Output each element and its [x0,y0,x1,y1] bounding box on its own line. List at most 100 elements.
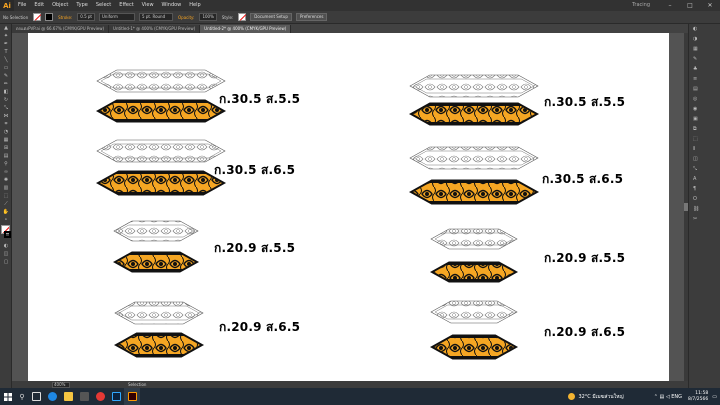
appearance-panel-icon[interactable]: ◉ [689,104,720,114]
ornament-outline-2[interactable] [96,139,226,163]
task-view-icon[interactable] [28,388,44,405]
clock[interactable]: 11:58 8/7/2566 [688,391,708,403]
weather-widget[interactable]: 32°C มีเมฆส่วนใหญ่ [568,393,624,401]
menu-type[interactable]: Type [72,0,91,11]
edge-browser-icon[interactable] [44,388,60,405]
character-panel-icon[interactable]: A [689,174,720,184]
image-trace-panel-icon[interactable]: ✂ [689,214,720,224]
ornament-filled-pattern-6[interactable] [413,183,535,201]
ornament-outline-1[interactable] [96,69,226,93]
selection-tool-icon[interactable]: ▲ [0,24,12,32]
line-tool-icon[interactable]: ╲ [0,56,12,64]
chrome-icon[interactable] [92,388,108,405]
opacity-field[interactable]: 100% [199,13,217,21]
rectangle-tool-icon[interactable]: ▭ [0,64,12,72]
menu-object[interactable]: Object [48,0,72,11]
ornament-outline-8[interactable] [430,300,518,324]
stroke-panel-icon[interactable]: ≡ [689,74,720,84]
width-tool-icon[interactable]: ⋈ [0,112,12,120]
stroke-swatch[interactable] [45,13,54,21]
fill-swatch[interactable] [33,13,42,21]
preferences-button[interactable]: Preferences [295,13,328,21]
perspective-grid-tool-icon[interactable]: ▦ [0,136,12,144]
stroke-weight-field[interactable]: 0.5 pt [77,13,95,21]
gradient-panel-icon[interactable]: ▤ [689,84,720,94]
opentype-panel-icon[interactable]: O [689,194,720,204]
color-panel-icon[interactable]: ◐ [689,24,720,34]
graph-tool-icon[interactable]: ▥ [0,184,12,192]
tab-document-1[interactable]: ตกแต่งPVP.ai @ 66.67% (CMYK/GPU Preview) [12,25,110,33]
links-panel-icon[interactable]: ⛓ [689,204,720,214]
artboard[interactable]: ก.30.5 ส.5.5 ก.30.5 ส.6.5 ก.20.9 ส.5.5 ก… [28,33,669,381]
layers-panel-icon[interactable]: ⧉ [689,124,720,134]
transform-panel-icon[interactable]: ⤡ [689,164,720,174]
network-icon[interactable]: ▤ [659,394,664,400]
zoom-tool-icon[interactable]: ⚬ [0,216,12,224]
free-transform-tool-icon[interactable]: ⌗ [0,120,12,128]
magic-wand-tool-icon[interactable]: ✦ [0,32,12,40]
windows-start-icon[interactable] [0,388,16,405]
ornament-filled-pattern-8[interactable] [434,338,514,356]
stroke-color-icon[interactable] [4,231,11,238]
language-indicator[interactable]: ENG [671,394,682,400]
pencil-tool-icon[interactable]: ✏ [0,80,12,88]
ornament-filled-pattern-2[interactable] [100,174,222,192]
close-icon[interactable]: ✕ [700,0,720,11]
ornament-filled-pattern-4[interactable] [118,336,200,354]
menu-help[interactable]: Help [185,0,204,11]
canvas-area[interactable]: ก.30.5 ส.5.5 ก.30.5 ส.6.5 ก.20.9 ส.5.5 ก… [12,33,684,381]
brushes-panel-icon[interactable]: ✎ [689,54,720,64]
gradient-tool-icon[interactable]: ▤ [0,152,12,160]
artboards-panel-icon[interactable]: ⬚ [689,134,720,144]
eyedropper-tool-icon[interactable]: ⚲ [0,160,12,168]
illustrator-icon[interactable] [124,388,140,405]
file-explorer-icon[interactable] [60,388,76,405]
color-mode-icon[interactable]: ◐ [0,242,12,250]
ornament-outline-3[interactable] [113,220,199,242]
eraser-tool-icon[interactable]: ◧ [0,88,12,96]
symbols-panel-icon[interactable]: ♣ [689,64,720,74]
graphic-styles-panel-icon[interactable]: ▣ [689,114,720,124]
variable-width-profile[interactable]: Uniform [99,13,135,21]
ornament-outline-7[interactable] [430,228,518,250]
tab-document-3[interactable]: Untitled-2* @ 400% (CMYK/GPU Preview) [200,25,292,33]
ornament-filled-pattern-7[interactable] [434,265,514,279]
ornament-filled-pattern-5[interactable] [413,106,535,122]
workspace-switcher[interactable]: Tracing [632,0,650,11]
hand-tool-icon[interactable]: ✋ [0,208,12,216]
rotate-tool-icon[interactable]: ↻ [0,96,12,104]
pathfinder-panel-icon[interactable]: ◫ [689,154,720,164]
ornament-outline-6[interactable] [409,146,539,170]
minimize-icon[interactable]: – [660,0,680,11]
color-guide-icon[interactable]: ◑ [689,34,720,44]
align-panel-icon[interactable]: ⫴ [689,144,720,154]
ornament-filled-pattern-1[interactable] [100,103,222,119]
menu-select[interactable]: Select [92,0,115,11]
maximize-icon[interactable]: □ [680,0,700,11]
blend-tool-icon[interactable]: ∞ [0,168,12,176]
brush-definition[interactable]: 5 pt. Round [139,13,173,21]
screen-mode-icon[interactable]: ▢ [0,258,12,266]
document-setup-button[interactable]: Document Setup [250,13,292,21]
search-icon[interactable]: ⚲ [16,388,28,405]
photoshop-icon[interactable] [108,388,124,405]
draw-mode-icon[interactable]: ◫ [0,250,12,258]
paintbrush-tool-icon[interactable]: ✎ [0,72,12,80]
type-tool-icon[interactable]: T [0,48,12,56]
tab-document-2[interactable]: Untitled-1* @ 400% (CMYK/GPU Preview) [109,25,201,33]
store-icon[interactable] [76,388,92,405]
stroke-label[interactable]: Stroke: [55,15,75,20]
menu-window[interactable]: Window [158,0,186,11]
graphic-style-swatch[interactable] [238,13,247,21]
scale-tool-icon[interactable]: ⤡ [0,104,12,112]
menu-edit[interactable]: Edit [30,0,48,11]
shape-builder-tool-icon[interactable]: ◔ [0,128,12,136]
opacity-label[interactable]: Opacity: [175,15,197,20]
menu-view[interactable]: View [138,0,158,11]
symbol-sprayer-tool-icon[interactable]: ✺ [0,176,12,184]
swatches-panel-icon[interactable]: ▦ [689,44,720,54]
slice-tool-icon[interactable]: ⟋ [0,200,12,208]
pen-tool-icon[interactable]: ✒ [0,40,12,48]
zoom-field[interactable]: 400% [52,381,70,388]
tray-chevron-icon[interactable]: ⌃ [654,394,658,400]
